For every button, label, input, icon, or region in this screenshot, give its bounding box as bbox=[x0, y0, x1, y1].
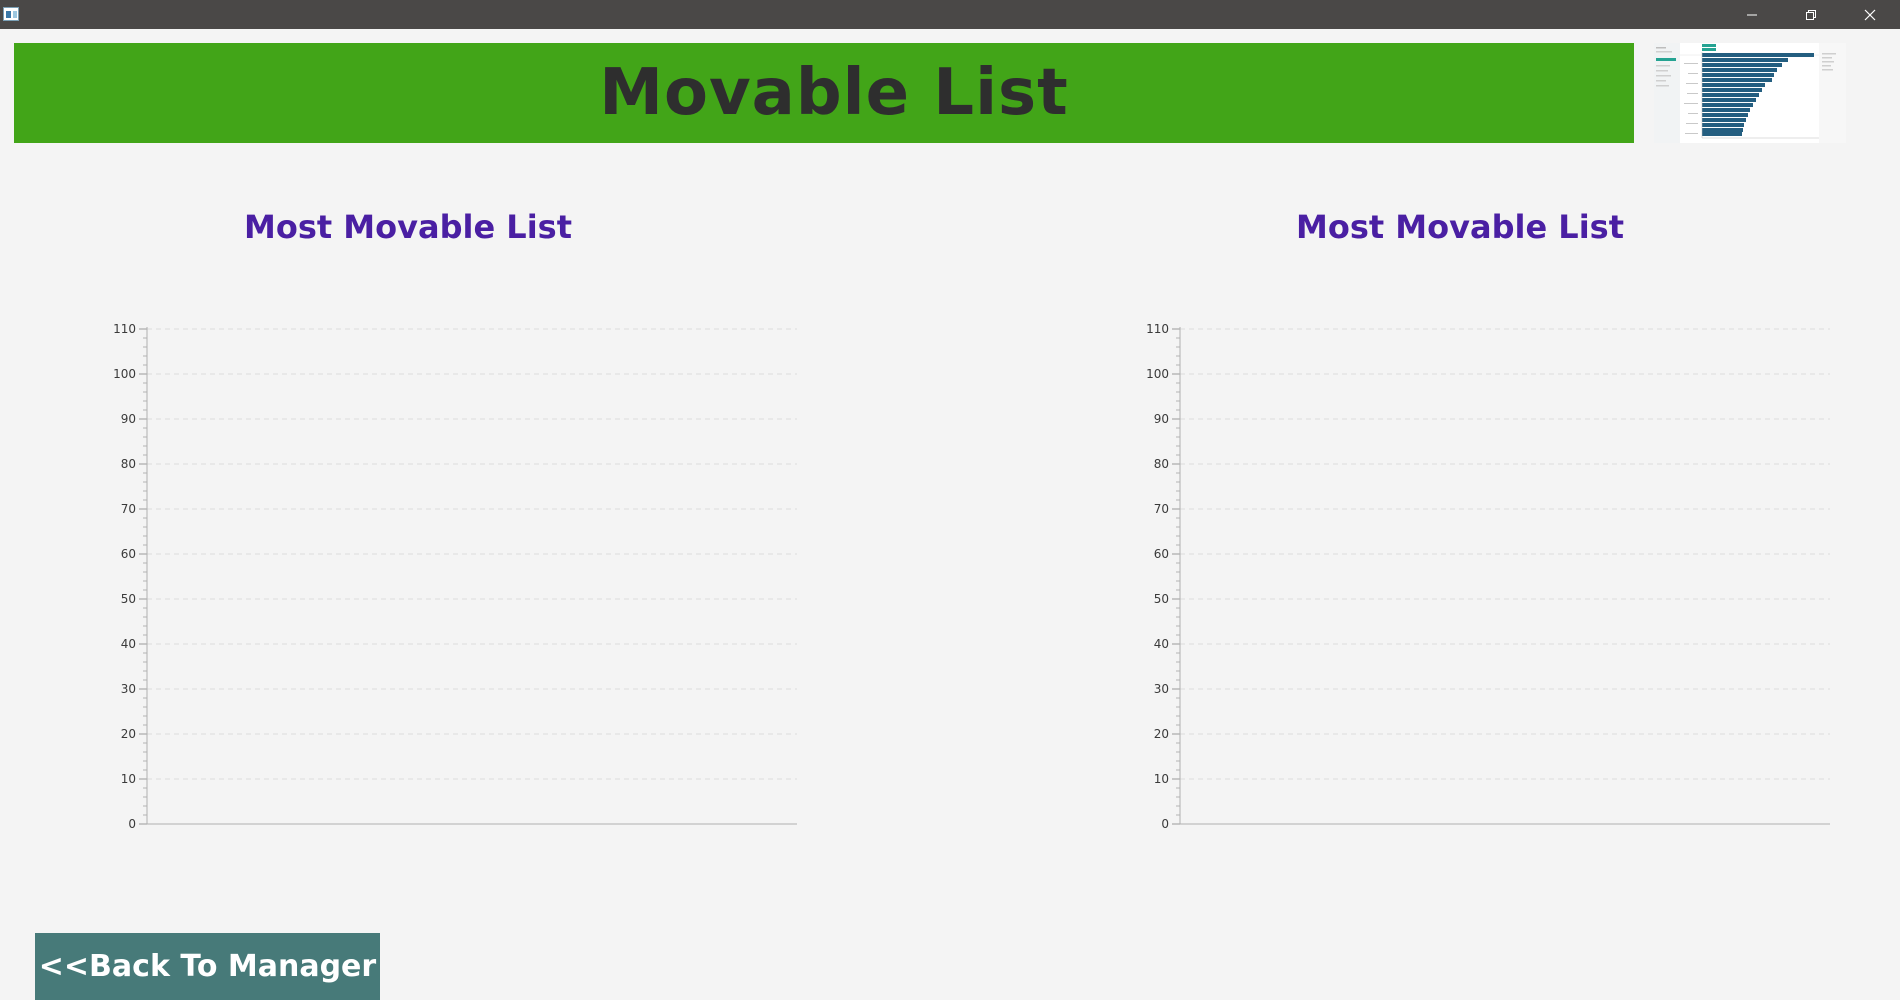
y-tick-label: 10 bbox=[121, 772, 136, 786]
app-icon bbox=[3, 7, 19, 21]
left-bar-chart: 0 10 20 30 40 50 60 70 80 90 100 110 bbox=[113, 322, 797, 831]
page-title: Movable List bbox=[599, 56, 1069, 130]
y-tick-label: 30 bbox=[121, 682, 136, 696]
right-chart-title: Most Movable List bbox=[1295, 208, 1624, 246]
y-tick-label: 100 bbox=[113, 367, 136, 381]
y-tick-label: 30 bbox=[1154, 682, 1169, 696]
y-tick-label: 70 bbox=[1154, 502, 1169, 516]
y-tick-label: 80 bbox=[1154, 457, 1169, 471]
y-tick-label: 70 bbox=[121, 502, 136, 516]
y-tick-label: 60 bbox=[1154, 547, 1169, 561]
y-tick-label: 90 bbox=[121, 412, 136, 426]
y-tick-label: 50 bbox=[121, 592, 136, 606]
y-tick-label: 40 bbox=[121, 637, 136, 651]
minimize-icon[interactable] bbox=[1723, 0, 1781, 29]
y-tick-label: 10 bbox=[1154, 772, 1169, 786]
thumbnail-preview-image bbox=[1654, 43, 1846, 143]
right-bar-chart: 0 10 20 30 40 50 60 70 80 90 100 110 bbox=[1146, 322, 1830, 831]
y-tick-label: 50 bbox=[1154, 592, 1169, 606]
y-tick-label: 90 bbox=[1154, 412, 1169, 426]
back-to-manager-button[interactable]: <<Back To Manager bbox=[35, 933, 380, 1000]
y-tick-label: 20 bbox=[1154, 727, 1169, 741]
y-tick-label: 20 bbox=[121, 727, 136, 741]
y-tick-label: 110 bbox=[1146, 322, 1169, 336]
left-chart-title: Most Movable List bbox=[243, 208, 572, 246]
close-icon[interactable] bbox=[1841, 0, 1899, 29]
y-tick-label: 0 bbox=[1161, 817, 1169, 831]
y-tick-label: 80 bbox=[121, 457, 136, 471]
y-tick-label: 60 bbox=[121, 547, 136, 561]
y-tick-label: 0 bbox=[128, 817, 136, 831]
y-tick-label: 40 bbox=[1154, 637, 1169, 651]
window-titlebar bbox=[0, 0, 1900, 29]
y-tick-label: 100 bbox=[1146, 367, 1169, 381]
header-banner: Movable List bbox=[14, 43, 1634, 143]
restore-icon[interactable] bbox=[1782, 0, 1840, 29]
y-tick-label: 110 bbox=[113, 322, 136, 336]
